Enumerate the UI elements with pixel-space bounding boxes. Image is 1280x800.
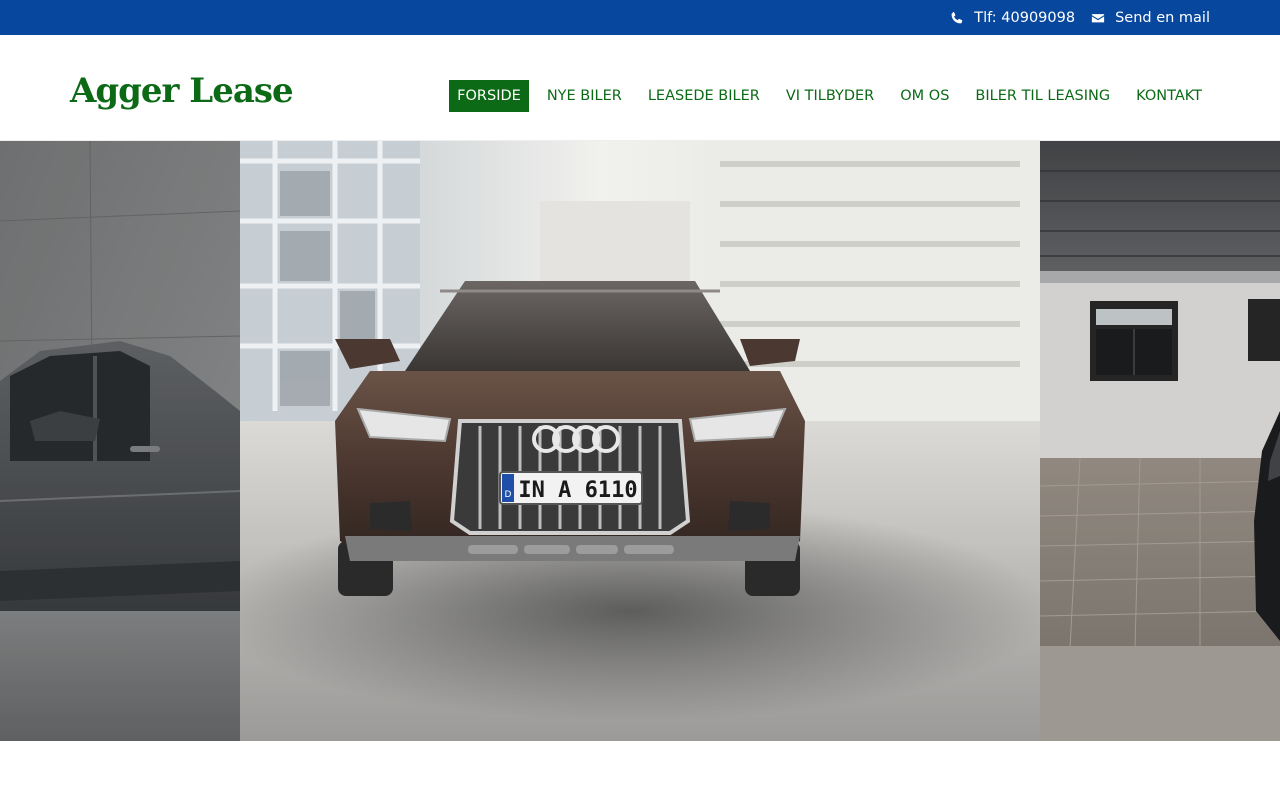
site-header: Agger Lease FORSIDE NYE BILER LEASEDE BI… [0, 35, 1280, 141]
plate-country: D [505, 490, 512, 500]
nav-item-forside[interactable]: FORSIDE [449, 80, 529, 112]
site-logo[interactable]: Agger Lease [70, 71, 294, 111]
slide-current-image: D IN A 6110 [240, 141, 1040, 741]
slide-next[interactable] [1040, 141, 1280, 741]
nav-item-om-os[interactable]: OM OS [892, 80, 957, 112]
nav-item-nye-biler[interactable]: NYE BILER [539, 80, 630, 112]
hero-slider[interactable]: D IN A 6110 [0, 141, 1280, 741]
mail-label: Send en mail [1115, 9, 1210, 26]
phone-icon [950, 11, 964, 25]
phone-label: Tlf: 40909098 [974, 9, 1076, 26]
top-contact-bar: Tlf: 40909098 Send en mail [0, 0, 1280, 35]
mail-link[interactable]: Send en mail [1091, 10, 1210, 26]
nav-item-kontakt[interactable]: KONTAKT [1128, 80, 1210, 112]
slide-previous[interactable] [0, 141, 240, 741]
plate-number: IN A 6110 [518, 478, 637, 503]
slide-previous-image [0, 141, 240, 741]
contact-links: Tlf: 40909098 Send en mail [950, 0, 1210, 35]
nav-item-vi-tilbyder[interactable]: VI TILBYDER [778, 80, 882, 112]
nav-item-leasede-biler[interactable]: LEASEDE BILER [640, 80, 768, 112]
nav-item-biler-til-leasing[interactable]: BILER TIL LEASING [967, 80, 1118, 112]
phone-link[interactable]: Tlf: 40909098 [950, 10, 1075, 26]
envelope-icon [1091, 11, 1105, 25]
main-nav: FORSIDE NYE BILER LEASEDE BILER VI TILBY… [439, 80, 1210, 112]
slide-next-image [1040, 141, 1280, 741]
slide-current[interactable]: D IN A 6110 [240, 141, 1040, 741]
